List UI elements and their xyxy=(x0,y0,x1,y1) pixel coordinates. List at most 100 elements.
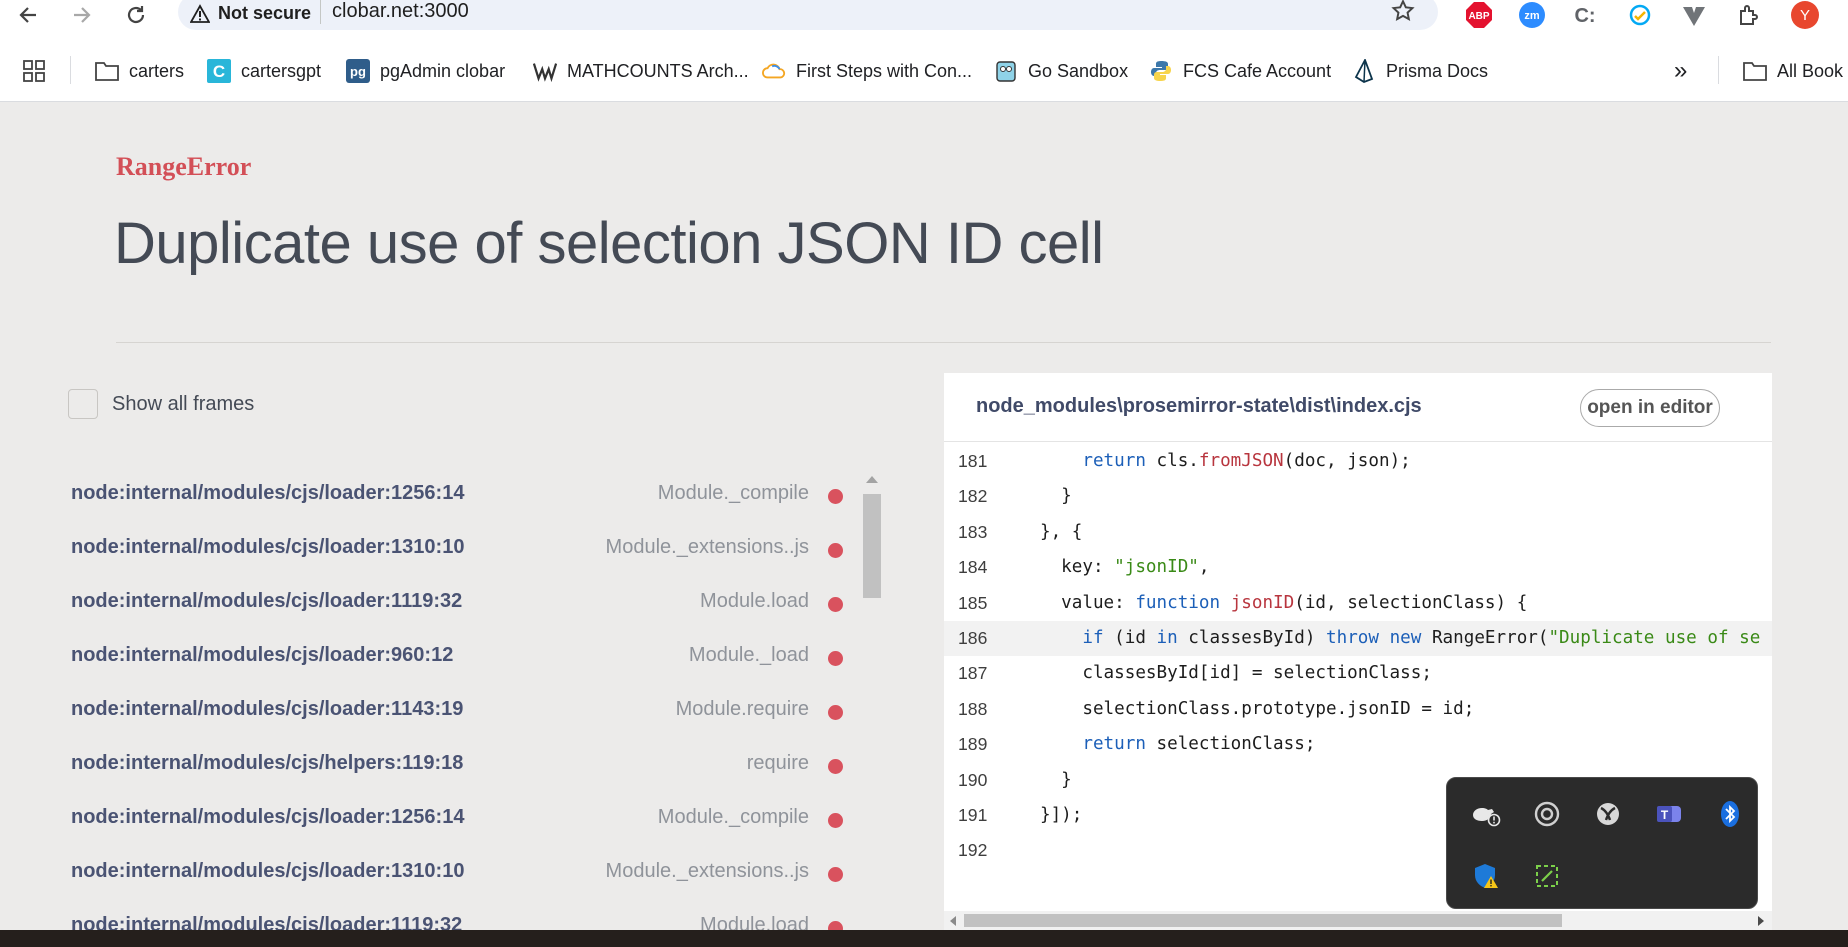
stack-frame-row[interactable]: node:internal/modules/cjs/loader:1143:19… xyxy=(60,684,860,738)
star-icon xyxy=(1391,0,1415,22)
code-line: 189 return selectionClass; xyxy=(944,727,1772,762)
xbox-icon[interactable] xyxy=(1591,797,1625,831)
code-line: 185 value: function jsonID(id, selection… xyxy=(944,586,1772,621)
stack-frame-row[interactable]: node:internal/modules/cjs/loader:1310:10… xyxy=(60,846,860,900)
line-number: 189 xyxy=(958,734,988,754)
scroll-right-arrow-icon[interactable] xyxy=(1758,916,1764,926)
clockify-extension[interactable] xyxy=(1626,1,1654,29)
warning-triangle-icon xyxy=(190,3,210,23)
back-button[interactable] xyxy=(10,0,46,30)
all-bookmarks-label: All Book xyxy=(1777,60,1844,81)
extensions-button[interactable] xyxy=(1735,1,1763,29)
code-horizontal-scrollbar[interactable] xyxy=(944,911,1772,930)
open-in-editor-button[interactable]: open in editor xyxy=(1580,389,1720,427)
code-line: 182 } xyxy=(944,479,1772,514)
bookmark-label: pgAdmin clobar xyxy=(380,60,506,81)
code-scrollbar-thumb[interactable] xyxy=(964,914,1562,927)
frames-scrollbar[interactable] xyxy=(862,470,882,930)
stack-frame-function: Module._extensions..js xyxy=(605,860,809,882)
stack-frame-file: node:internal/modules/cjs/loader:1256:14 xyxy=(71,482,465,504)
stack-frame-row[interactable]: node:internal/modules/cjs/loader:960:12 M… xyxy=(60,630,860,684)
profile-avatar[interactable]: Y xyxy=(1791,1,1819,29)
forward-button[interactable] xyxy=(64,0,100,30)
bookmark-label: carters xyxy=(129,60,185,81)
security-indicator[interactable]: Not secure xyxy=(190,3,311,24)
folder-icon xyxy=(1743,59,1767,83)
more-bookmarks-button[interactable]: » xyxy=(1674,57,1687,84)
stack-frame-row[interactable]: node:internal/modules/cjs/loader:1119:32… xyxy=(60,576,860,630)
mathcounts-icon xyxy=(533,59,557,83)
url-text[interactable]: clobar.net:3000 xyxy=(332,0,469,23)
code-line: 188 selectionClass.prototype.jsonID = id… xyxy=(944,692,1772,727)
line-source: classesById[id] = selectionClass; xyxy=(1040,663,1432,683)
vuetify-extension[interactable] xyxy=(1680,1,1708,29)
bookmark-first-steps[interactable]: First Steps with Con... xyxy=(762,58,972,84)
header-divider xyxy=(116,342,1771,343)
stack-frames-list: node:internal/modules/cjs/loader:1256:14… xyxy=(60,468,860,930)
line-number: 191 xyxy=(958,805,988,825)
bookmark-cartersgpt[interactable]: C cartersgpt xyxy=(207,58,321,84)
bookmark-label: FCS Cafe Account xyxy=(1183,60,1332,81)
snipping-tool-icon[interactable] xyxy=(1530,859,1564,893)
codeium-icon: C: xyxy=(1574,5,1595,27)
bookmark-fcs-cafe[interactable]: FCS Cafe Account xyxy=(1149,58,1331,84)
show-all-frames-checkbox[interactable] xyxy=(68,389,98,419)
show-all-frames-toggle[interactable]: Show all frames xyxy=(68,389,254,419)
line-source: value: function jsonID(id, selectionClas… xyxy=(1040,593,1528,613)
line-source: } xyxy=(1040,770,1072,790)
security-label: Not secure xyxy=(218,3,312,23)
apps-grid-icon xyxy=(23,60,45,82)
teams-icon[interactable]: T xyxy=(1652,797,1686,831)
frames-scrollbar-thumb[interactable] xyxy=(863,494,881,598)
line-number: 187 xyxy=(958,663,988,683)
line-source: return cls.fromJSON(doc, json); xyxy=(1082,451,1411,471)
bluetooth-icon[interactable] xyxy=(1713,797,1747,831)
line-number: 182 xyxy=(958,486,988,506)
stack-frame-row[interactable]: node:internal/modules/cjs/loader:1256:14… xyxy=(60,792,860,846)
bookmark-label: cartersgpt xyxy=(241,60,322,81)
stack-frame-function: Module.require xyxy=(675,698,809,720)
stack-frame-file: node:internal/modules/cjs/loader:1119:32 xyxy=(71,590,463,612)
adblock-plus-icon: ABP xyxy=(1466,2,1492,28)
code-line: 187 classesById[id] = selectionClass; xyxy=(944,656,1772,691)
show-all-frames-label: Show all frames xyxy=(112,392,255,415)
bookmark-mathcounts[interactable]: MATHCOUNTS Arch... xyxy=(533,58,749,84)
scroll-left-arrow-icon[interactable] xyxy=(950,916,956,926)
address-bar[interactable]: Not secure clobar.net:3000 xyxy=(178,0,1438,30)
stack-frame-function: Module._extensions..js xyxy=(605,536,809,558)
frame-status-dot xyxy=(828,867,843,882)
address-separator xyxy=(320,0,321,24)
scroll-up-arrow-icon[interactable] xyxy=(866,476,878,483)
svg-text:pg: pg xyxy=(350,64,366,79)
frame-status-dot xyxy=(828,759,843,774)
obs-icon[interactable] xyxy=(1530,797,1564,831)
reload-button[interactable] xyxy=(118,0,154,30)
clockify-icon xyxy=(1629,4,1651,26)
avatar-icon: Y xyxy=(1791,1,1819,29)
stack-frame-row[interactable]: node:internal/modules/cjs/loader:1310:10… xyxy=(60,522,860,576)
stack-frame-function: Module._compile xyxy=(657,806,809,828)
gopher-icon xyxy=(994,59,1018,83)
stack-frame-row[interactable]: node:internal/modules/cjs/loader:1256:14… xyxy=(60,468,860,522)
stack-frame-function: Module.load xyxy=(700,914,809,930)
bookmark-star-button[interactable] xyxy=(1390,0,1416,29)
stack-frame-row[interactable]: node:internal/modules/cjs/loader:1119:32… xyxy=(60,900,860,930)
stack-frame-row[interactable]: node:internal/modules/cjs/helpers:119:18… xyxy=(60,738,860,792)
bookmark-go-sandbox[interactable]: Go Sandbox xyxy=(994,58,1128,84)
line-source: }]); xyxy=(1040,805,1083,825)
bookmark-prisma-docs[interactable]: Prisma Docs xyxy=(1352,58,1488,84)
bookmark-label: MATHCOUNTS Arch... xyxy=(567,60,749,81)
bookmark-pgadmin[interactable]: pg pgAdmin clobar xyxy=(346,58,505,84)
folder-icon xyxy=(95,59,119,83)
code-line: 183}, { xyxy=(944,515,1772,550)
windows-taskbar xyxy=(0,930,1848,947)
c-logo-icon: C xyxy=(207,59,231,83)
codeium-extension[interactable]: C: xyxy=(1571,1,1599,29)
windows-security-warning-icon[interactable] xyxy=(1469,859,1503,893)
steam-icon[interactable] xyxy=(1469,797,1503,831)
bookmark-carters[interactable]: carters xyxy=(95,58,184,84)
zoom-extension[interactable]: zm xyxy=(1518,1,1546,29)
adblock-plus-extension[interactable]: ABP xyxy=(1465,1,1493,29)
apps-button[interactable] xyxy=(22,58,46,84)
all-bookmarks-button[interactable]: All Book xyxy=(1743,58,1843,84)
